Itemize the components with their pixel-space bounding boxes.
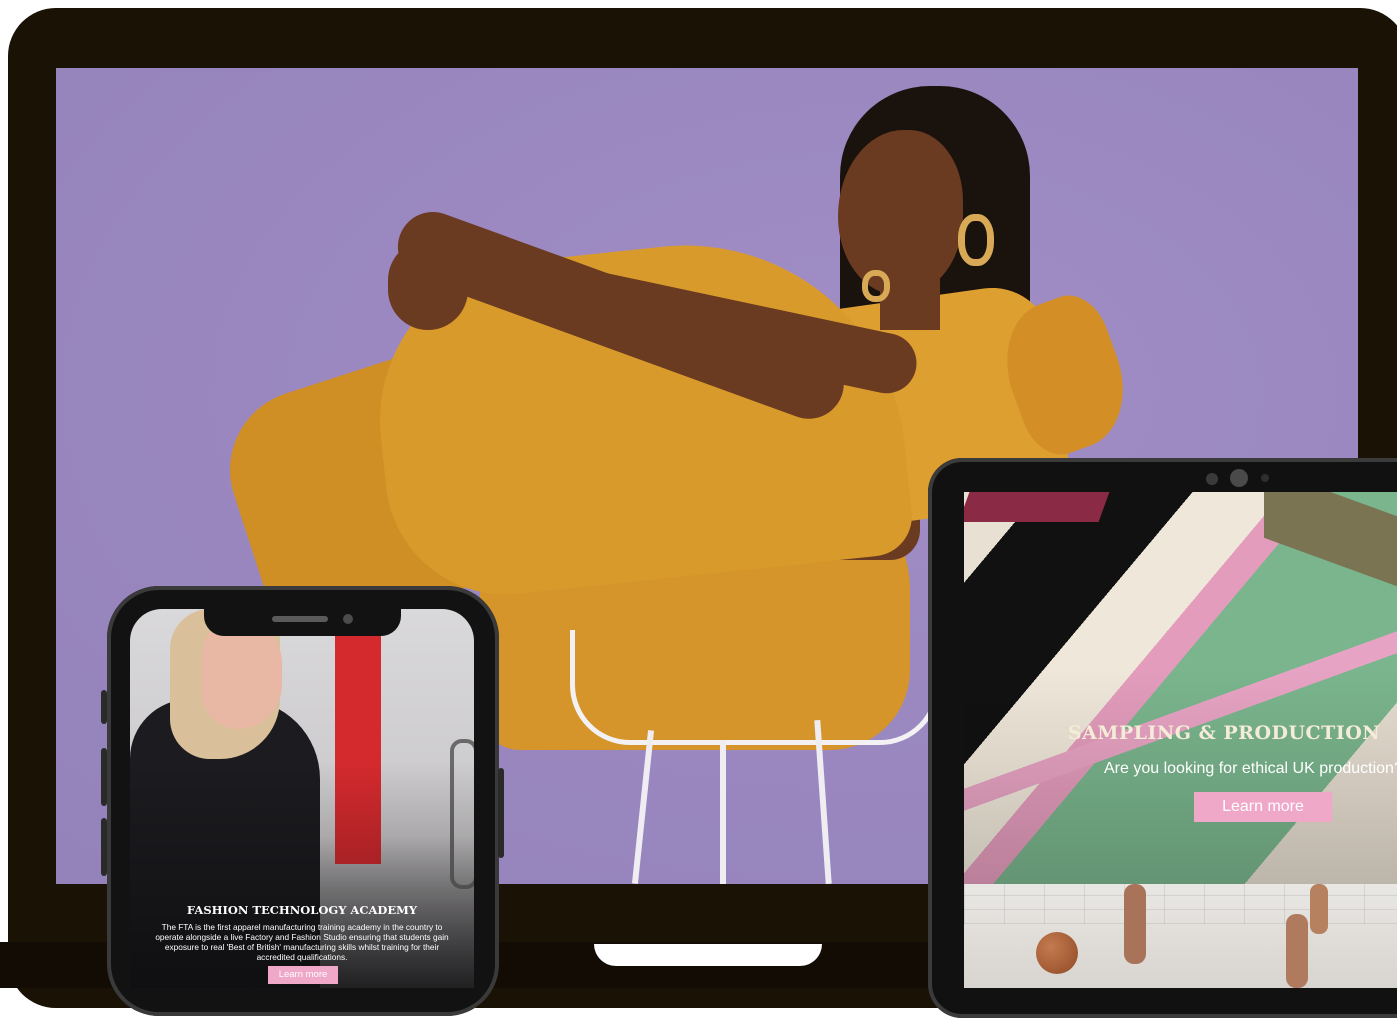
tablet-learn-more-button[interactable]: Learn more <box>1194 792 1332 822</box>
tablet-hero-title: SAMPLING & PRODUCTION <box>1067 722 1381 744</box>
phone-hero-text: The FTA is the first apparel manufacturi… <box>155 922 449 962</box>
tablet-hero-text: Are you looking for ethical UK productio… <box>1104 760 1397 777</box>
phone-power-button <box>498 768 504 858</box>
hero-chair-leg <box>631 730 655 884</box>
laptop-notch <box>594 944 822 966</box>
tablet-screen: SAMPLING & PRODUCTION Are you looking fo… <box>964 492 1397 988</box>
studio-lamp <box>1036 932 1078 974</box>
phone-learn-more-button[interactable]: Learn more <box>268 966 338 984</box>
hero-face <box>838 130 963 295</box>
studio-mannequin <box>1286 914 1308 988</box>
phone-hero-title: FASHION TECHNOLOGY ACADEMY <box>186 903 418 917</box>
phone-volume-down <box>101 818 107 876</box>
fabric-shade <box>964 492 1397 884</box>
tablet-studio-image <box>964 884 1397 988</box>
phone-mute-switch <box>101 690 107 724</box>
hero-earring <box>958 214 994 266</box>
phone-camera-icon <box>343 614 353 624</box>
tablet-sensor-icon <box>1261 474 1269 482</box>
studio-mannequin <box>1310 884 1328 934</box>
studio-ceiling <box>964 884 1397 924</box>
hero-chair <box>570 630 940 745</box>
phone-volume-up <box>101 748 107 806</box>
hero-chair-leg <box>720 740 726 884</box>
tablet-camera-icon <box>1230 469 1248 487</box>
hero-earring <box>862 270 890 302</box>
tablet-sensor-icon <box>1206 473 1218 485</box>
phone-speaker-icon <box>272 616 328 622</box>
phone-screen: FASHION TECHNOLOGY ACADEMY The FTA is th… <box>130 609 474 988</box>
studio-mannequin <box>1124 884 1146 964</box>
tablet-hero-image: SAMPLING & PRODUCTION Are you looking fo… <box>964 492 1397 884</box>
hero-hand <box>388 240 468 330</box>
